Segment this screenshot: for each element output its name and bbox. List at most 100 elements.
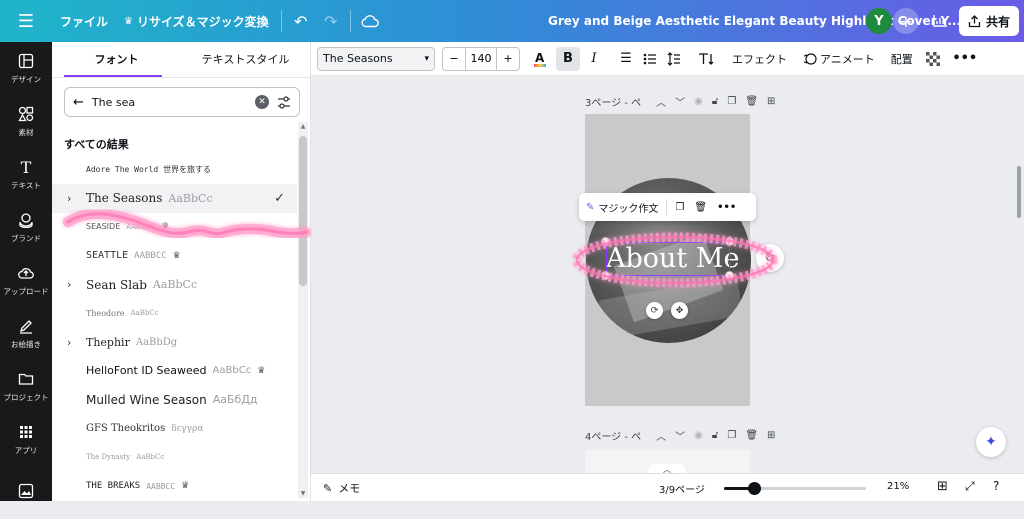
move-handle-icon[interactable]: ✥ [671, 302, 688, 319]
tab-fonts[interactable]: フォント [52, 42, 181, 77]
duplicate-icon[interactable]: ❐ [727, 96, 736, 107]
clear-search-icon[interactable]: ✕ [255, 95, 269, 109]
font-result-row[interactable]: › The Seasons AaBbCc ✓ [52, 183, 297, 213]
chevron-down-icon[interactable]: ﹀ [675, 428, 685, 443]
font-result-row[interactable]: THE BREAKS AABBCC ♛ [52, 472, 297, 501]
resize-handle[interactable] [725, 271, 734, 280]
chevron-up-icon[interactable]: ︿ [656, 94, 666, 109]
chevron-right-icon[interactable]: › [67, 336, 71, 349]
hide-eye-icon[interactable]: ◉ [694, 430, 703, 441]
zoom-level[interactable]: 21% [887, 481, 909, 492]
redo-icon[interactable]: ↷ [316, 0, 346, 42]
increase-size-button[interactable]: + [497, 48, 519, 70]
resize-handle[interactable] [725, 237, 734, 246]
search-input[interactable]: The sea [92, 96, 247, 109]
undo-icon[interactable]: ↶ [286, 0, 316, 42]
rail-item-layout[interactable]: デザイン [0, 42, 52, 95]
animate-button[interactable]: アニメート [795, 42, 883, 76]
rail-item-brand[interactable]: ブランド [0, 201, 52, 254]
font-family-dropdown[interactable]: The Seasons ▾ [317, 46, 435, 71]
bullet-list-icon[interactable] [638, 42, 662, 76]
text-direction-icon[interactable] [694, 42, 718, 76]
zoom-slider[interactable] [724, 482, 866, 495]
insights-chart-icon[interactable] [926, 7, 954, 35]
hide-eye-icon[interactable]: ◉ [694, 96, 703, 107]
magic-write-button[interactable]: マジック作文 [598, 200, 658, 215]
zoom-slider-knob[interactable] [748, 482, 761, 495]
rotate-icon[interactable]: ↻ [756, 244, 784, 272]
selection-box[interactable] [606, 242, 730, 276]
transparency-icon[interactable] [921, 42, 945, 76]
resize-handle[interactable] [601, 237, 610, 246]
lock-icon[interactable]: 🔓︎ [712, 96, 718, 107]
effects-button[interactable]: エフェクト [724, 42, 795, 76]
font-result-row[interactable]: Theodore AaBbCc [52, 299, 297, 328]
lock-icon[interactable]: 🔓︎ [712, 430, 718, 441]
font-result-row[interactable]: Adore The World 世界を旅する [52, 155, 297, 184]
spacing-icon[interactable] [662, 42, 686, 76]
font-result-row[interactable]: HelloFont ID Seaweed AaBbCc ♛ [52, 357, 297, 386]
share-button[interactable]: 共有 [959, 6, 1019, 36]
add-page-icon[interactable]: ⊞ [767, 96, 775, 107]
rail-item-draw[interactable]: お絵描き [0, 307, 52, 360]
font-result-row[interactable]: SEASIDE AABBCC ♛ [52, 213, 297, 242]
resize-handle[interactable] [601, 271, 610, 280]
chevron-down-icon[interactable]: ﹀ [675, 94, 685, 109]
trash-icon[interactable]: 🗑︎ [694, 202, 707, 213]
font-result-row[interactable]: SEATTLE AABBCC ♛ [52, 241, 297, 270]
more-options-icon[interactable]: ••• [717, 202, 736, 213]
scroll-up-icon[interactable]: ▲ [298, 123, 308, 130]
scroll-down-icon[interactable]: ▼ [298, 490, 308, 497]
fullscreen-icon[interactable]: ⤢ [965, 479, 975, 494]
chevron-up-icon[interactable]: ︿ [656, 428, 666, 443]
notes-button[interactable]: ✎ メモ [323, 480, 360, 496]
rotate-handle-icon[interactable]: ⟳ [646, 302, 663, 319]
bold-button[interactable]: B [556, 46, 580, 71]
grid-view-icon[interactable]: ⊞ [937, 479, 948, 494]
duplicate-icon[interactable]: ❐ [675, 202, 684, 213]
help-icon[interactable]: ? [993, 479, 999, 493]
font-result-row[interactable]: › Sean Slab AaBbCc [52, 270, 297, 299]
panel-scrollbar[interactable]: ▲ ▼ [298, 122, 308, 498]
font-result-row[interactable]: GFS Theokritos δεγγρα [52, 414, 297, 443]
back-arrow-icon[interactable]: ← [73, 95, 84, 110]
duplicate-icon[interactable]: ❐ [727, 430, 736, 441]
rail-item-upload[interactable]: アップロード [0, 254, 52, 307]
page-4-title[interactable]: 4ページ - ペ [585, 428, 641, 443]
hamburger-menu-icon[interactable]: ☰ [0, 0, 52, 42]
assistant-sparkle-icon[interactable]: ✦ [976, 427, 1006, 457]
file-menu[interactable]: ファイル [52, 0, 116, 42]
font-search-box[interactable]: ← The sea ✕ [64, 87, 300, 117]
add-page-icon[interactable]: ⊞ [767, 430, 775, 441]
font-size-input[interactable]: 140 [465, 47, 497, 70]
rail-item-apps[interactable]: アプリ [0, 413, 52, 466]
page-3-title[interactable]: 3ページ - ペ [585, 94, 641, 109]
page-indicator[interactable]: 3/9ページ [659, 481, 705, 496]
filter-sliders-icon[interactable] [277, 95, 291, 109]
chevron-right-icon[interactable]: › [67, 192, 71, 205]
rail-item-elements[interactable]: 素材 [0, 95, 52, 148]
canvas-scroll-thumb[interactable] [1017, 166, 1021, 218]
chevron-right-icon[interactable]: › [67, 278, 71, 291]
tab-text-styles[interactable]: テキストスタイル [181, 42, 310, 77]
trash-icon[interactable]: 🗑︎ [745, 96, 758, 107]
resize-menu[interactable]: ♛ リサイズ＆マジック変換 [116, 0, 277, 42]
rail-item-folder[interactable]: プロジェクト [0, 360, 52, 413]
rail-item-photo[interactable] [0, 466, 52, 519]
avatar[interactable]: Y [866, 8, 892, 34]
align-center-icon[interactable]: ☰ [614, 42, 638, 76]
trash-icon[interactable]: 🗑︎ [745, 430, 758, 441]
collapse-pages-icon[interactable]: ︿ [648, 464, 686, 473]
cloud-saved-icon[interactable] [355, 0, 385, 42]
position-button[interactable]: 配置 [883, 42, 921, 76]
panel-scroll-thumb[interactable] [299, 136, 307, 286]
rail-item-text[interactable]: T テキスト [0, 148, 52, 201]
italic-button[interactable]: I [582, 42, 606, 76]
invite-plus-button[interactable]: + [893, 8, 919, 34]
font-result-row[interactable]: The Dynasty AaBbCc [52, 443, 297, 472]
font-result-row[interactable]: › Thephir AaBbDg [52, 328, 297, 357]
decrease-size-button[interactable]: − [443, 48, 465, 70]
text-color-icon[interactable]: A [528, 42, 552, 76]
font-result-row[interactable]: Mulled Wine Season АаБбДд [52, 385, 297, 414]
more-options-icon[interactable]: ••• [952, 42, 977, 76]
